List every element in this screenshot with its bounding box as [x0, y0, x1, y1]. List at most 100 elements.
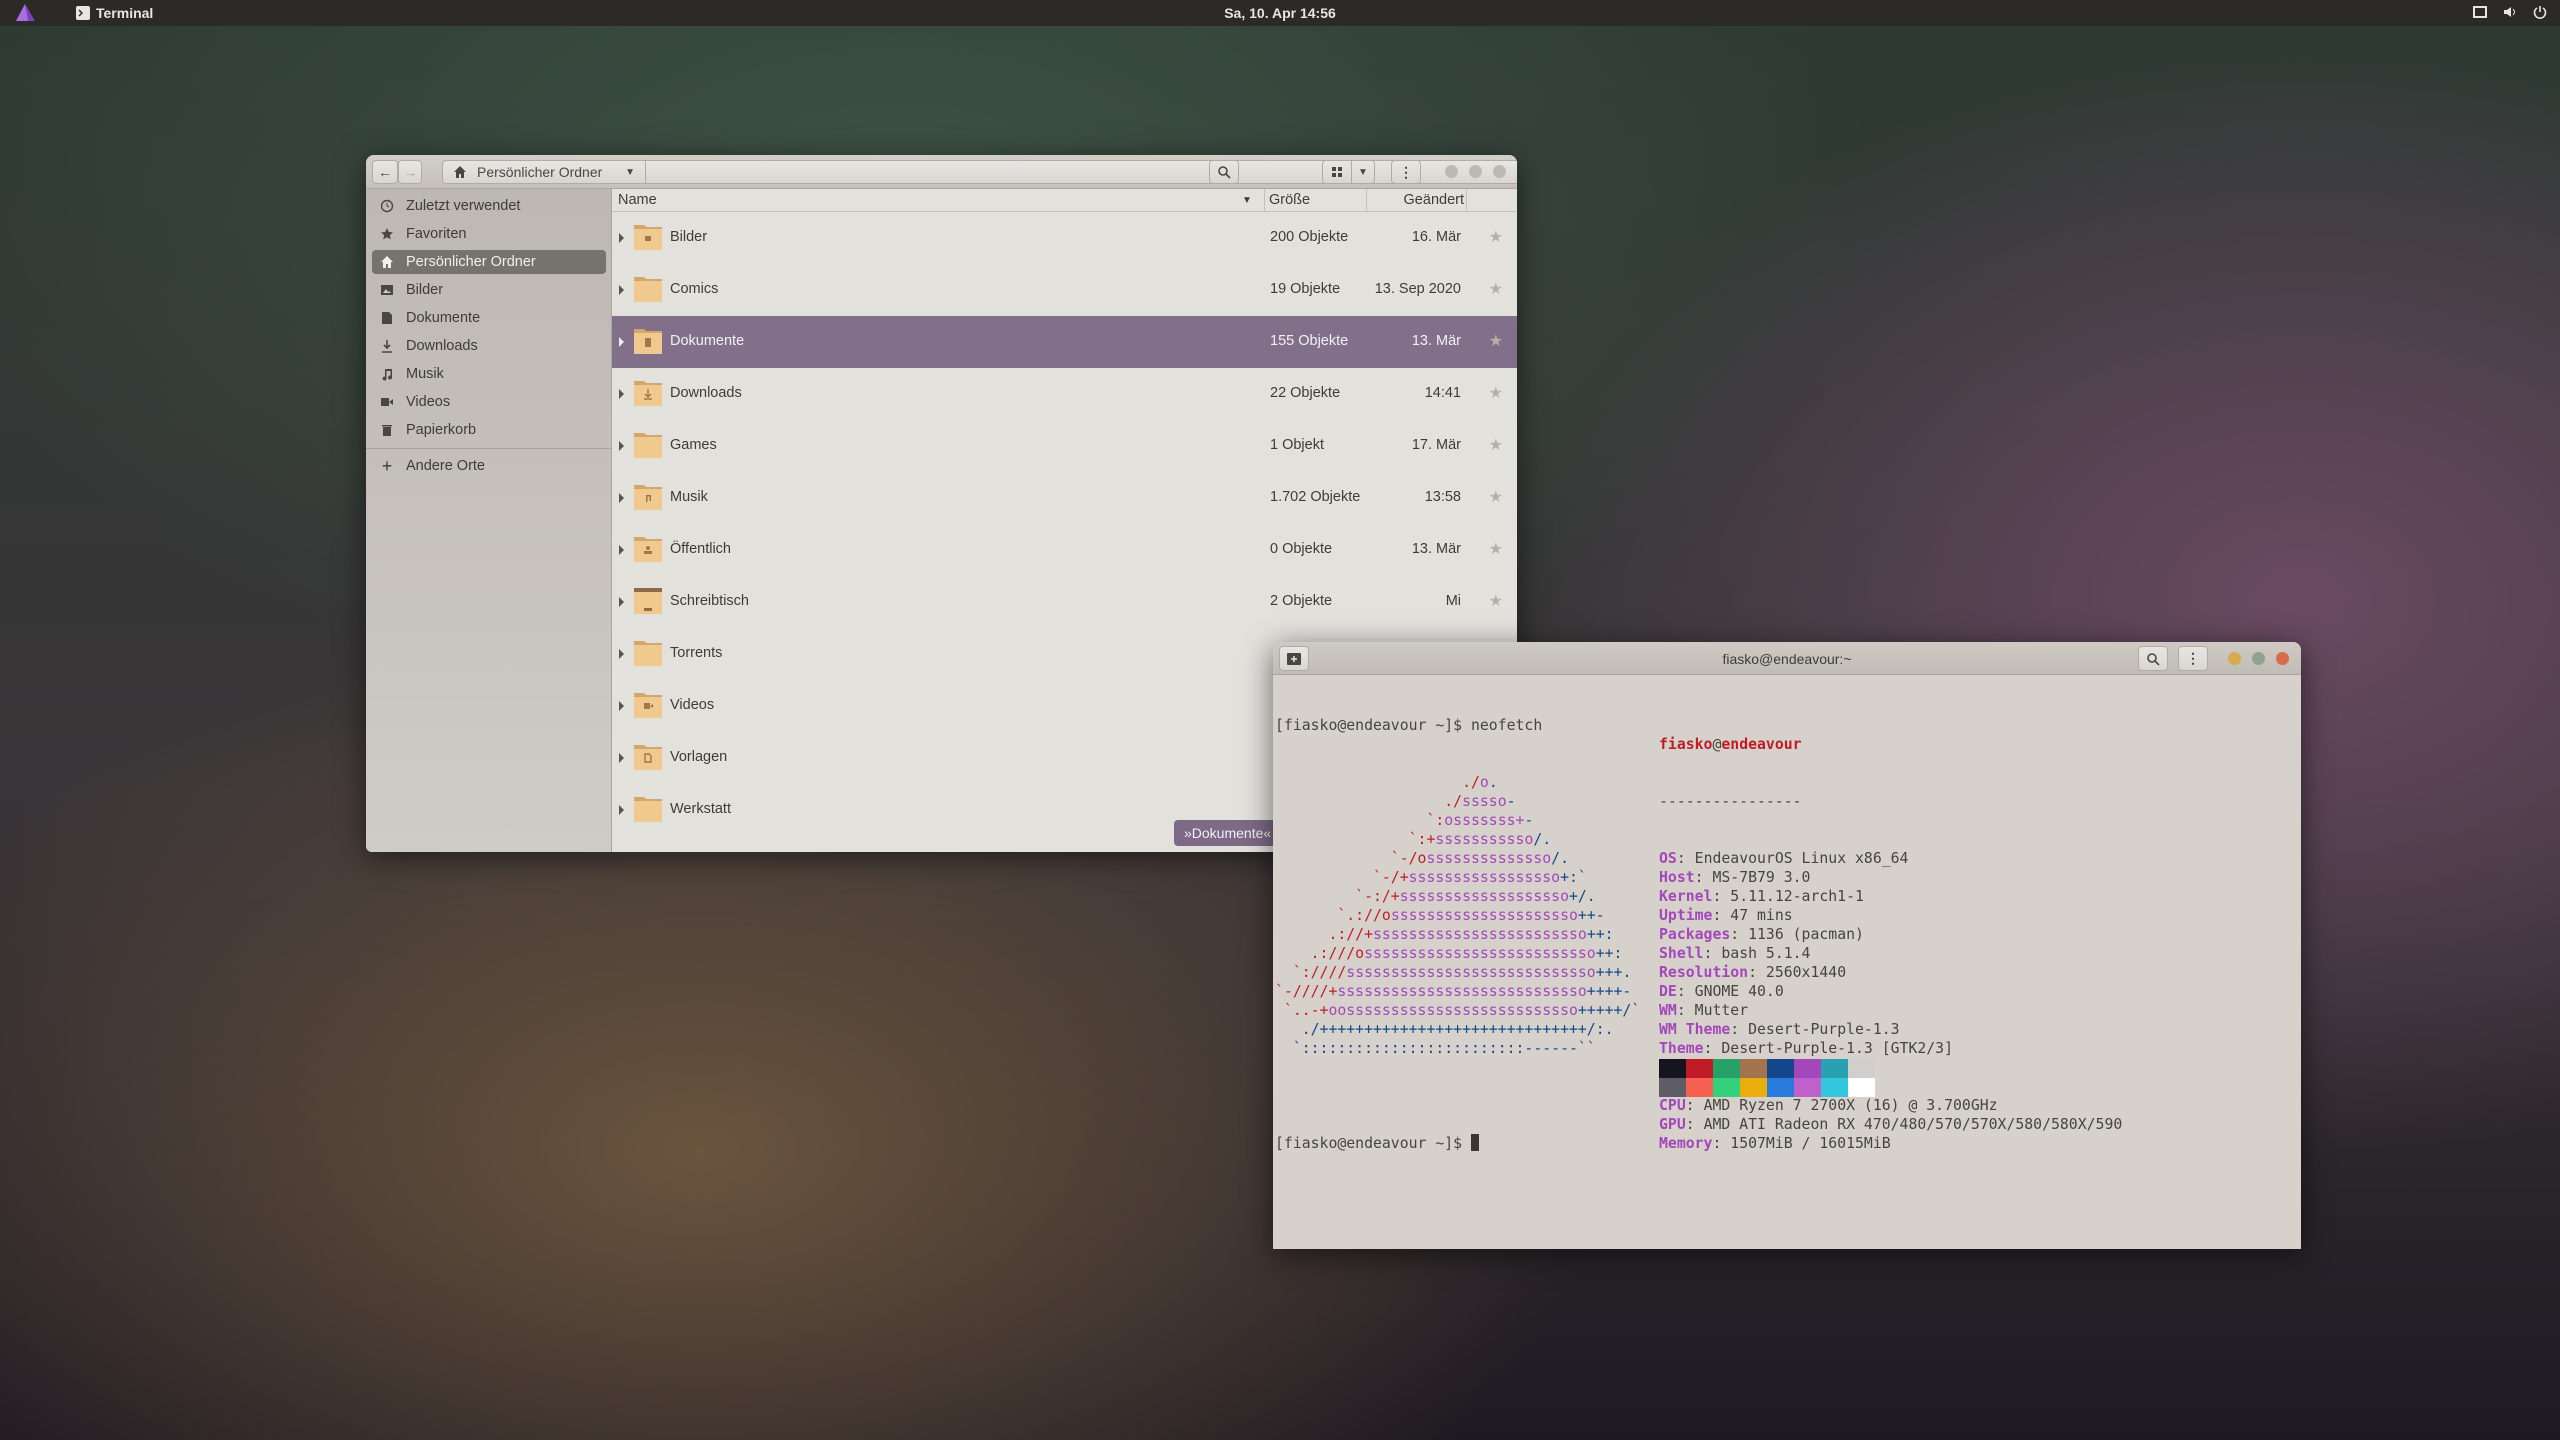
- folder-icon: [634, 745, 662, 770]
- file-name: Games: [670, 437, 717, 453]
- expand-arrow-icon[interactable]: [619, 493, 624, 503]
- file-row[interactable]: Games 1 Objekt 17. Mär ★: [612, 420, 1517, 472]
- file-row[interactable]: Musik 1.702 Objekte 13:58 ★: [612, 472, 1517, 524]
- sidebar-item-videos[interactable]: Videos: [372, 390, 606, 414]
- star-icon[interactable]: ★: [1489, 227, 1503, 247]
- system-tray[interactable]: [2472, 4, 2548, 20]
- sidebar-item-downloads[interactable]: Downloads: [372, 334, 606, 358]
- menu-button[interactable]: ⋮: [1391, 160, 1421, 184]
- file-row[interactable]: Schreibtisch 2 Objekte Mi ★: [612, 576, 1517, 628]
- logo-segment: +:`: [1560, 869, 1587, 886]
- folder-icon: [634, 588, 662, 614]
- info-key: Kernel: [1659, 888, 1713, 905]
- expand-arrow-icon[interactable]: [619, 805, 624, 815]
- star-icon[interactable]: ★: [1489, 539, 1503, 559]
- sidebar-item-label: Favoriten: [406, 226, 467, 242]
- logo-segment: o: [1479, 774, 1489, 791]
- expand-arrow-icon[interactable]: [619, 285, 624, 295]
- sidebar-item-label: Persönlicher Ordner: [406, 254, 536, 270]
- separator: ----------------: [1659, 793, 1802, 810]
- search-button[interactable]: [1209, 160, 1239, 184]
- info-line: OS: EndeavourOS Linux x86_64: [1659, 850, 1909, 867]
- logo-segment: /.: [1533, 831, 1552, 848]
- info-line: Memory: 1507MiB / 16015MiB: [1659, 1135, 1891, 1152]
- maximize-button[interactable]: [2252, 652, 2265, 665]
- info-line: Shell: bash 5.1.4: [1659, 945, 1811, 962]
- expand-arrow-icon[interactable]: [619, 597, 624, 607]
- minimize-button[interactable]: [1445, 165, 1458, 178]
- expand-arrow-icon[interactable]: [619, 753, 624, 763]
- file-row[interactable]: Dokumente 155 Objekte 13. Mär ★: [612, 316, 1517, 368]
- logo-segment: `:: [1275, 812, 1445, 829]
- close-button[interactable]: [1493, 165, 1506, 178]
- logo-segment: `:::::::::::::::::::::::::------``: [1275, 1040, 1596, 1057]
- maximize-button[interactable]: [1469, 165, 1482, 178]
- sidebar-item-dokumente[interactable]: Dokumente: [372, 306, 606, 330]
- color-swatch: [1686, 1059, 1713, 1078]
- path-button-home[interactable]: Persönlicher Ordner ▼: [443, 161, 646, 183]
- expand-arrow-icon[interactable]: [619, 233, 624, 243]
- file-size: 22 Objekte: [1270, 385, 1341, 401]
- info-key: Shell: [1659, 945, 1704, 962]
- expand-arrow-icon[interactable]: [619, 545, 624, 555]
- star-icon[interactable]: ★: [1489, 591, 1503, 611]
- logo-segment: ./: [1275, 774, 1480, 791]
- close-button[interactable]: [2276, 652, 2289, 665]
- tooltip: »Dokumente«: [1174, 820, 1282, 846]
- path-label: Persönlicher Ordner: [477, 164, 603, 180]
- download-icon: [382, 340, 392, 353]
- sidebar-item-other-places[interactable]: + Andere Orte: [372, 454, 606, 478]
- forward-button[interactable]: →: [398, 160, 422, 184]
- folder-icon: [634, 537, 662, 562]
- info-value: 47 mins: [1730, 907, 1793, 924]
- sidebar-item-persönlicher-ordner[interactable]: Persönlicher Ordner: [372, 250, 606, 274]
- info-value: AMD ATI Radeon RX 470/480/570/570X/580/5…: [1703, 1116, 2123, 1133]
- info-value: EndeavourOS Linux x86_64: [1694, 850, 1909, 867]
- view-options-button[interactable]: ▼: [1351, 160, 1375, 184]
- prompt-line[interactable]: [fiasko@endeavour ~]$: [1275, 1134, 1479, 1153]
- clock[interactable]: Sa, 10. Apr 14:56: [0, 5, 2560, 21]
- file-row[interactable]: Downloads 22 Objekte 14:41 ★: [612, 368, 1517, 420]
- sidebar-item-bilder[interactable]: Bilder: [372, 278, 606, 302]
- file-row[interactable]: Comics 19 Objekte 13. Sep 2020 ★: [612, 264, 1517, 316]
- info-line: Host: MS-7B79 3.0: [1659, 869, 1811, 886]
- expand-arrow-icon[interactable]: [619, 337, 624, 347]
- file-modified: Mi: [1445, 593, 1461, 609]
- terminal-output[interactable]: [fiasko@endeavour ~]$ neofetch ./o. ./ss…: [1275, 678, 1640, 1096]
- terminal-menu-button[interactable]: ⋮: [2178, 646, 2208, 671]
- star-icon[interactable]: ★: [1489, 435, 1503, 455]
- expand-arrow-icon[interactable]: [619, 441, 624, 451]
- back-button[interactable]: ←: [372, 160, 398, 184]
- file-row[interactable]: Öffentlich 0 Objekte 13. Mär ★: [612, 524, 1517, 576]
- view-grid-button[interactable]: [1322, 160, 1352, 184]
- logo-line: `-/+sssssssssssssssso+:`: [1275, 868, 1640, 887]
- logo-line: .://+ssssssssssssssssssssssso++:: [1275, 925, 1640, 944]
- expand-arrow-icon[interactable]: [619, 649, 624, 659]
- info-value: Mutter: [1694, 1002, 1749, 1019]
- column-size[interactable]: Größe: [1264, 189, 1310, 212]
- file-size: 200 Objekte: [1270, 229, 1349, 245]
- minimize-button[interactable]: [2228, 652, 2241, 665]
- logo-segment: `.://o: [1275, 907, 1391, 924]
- sidebar-item-favoriten[interactable]: Favoriten: [372, 222, 606, 246]
- terminal-search-button[interactable]: [2138, 646, 2168, 671]
- star-icon[interactable]: ★: [1489, 279, 1503, 299]
- info-key: Memory: [1659, 1135, 1713, 1152]
- star-icon[interactable]: ★: [1489, 383, 1503, 403]
- file-name: Dokumente: [670, 333, 745, 349]
- column-name[interactable]: Name: [618, 192, 657, 208]
- sidebar-item-papierkorb[interactable]: Papierkorb: [372, 418, 606, 442]
- sidebar-item-zuletzt-verwendet[interactable]: Zuletzt verwendet: [372, 194, 606, 218]
- star-icon[interactable]: ★: [1489, 331, 1503, 351]
- image-icon: [381, 285, 393, 295]
- logo-line: ./++++++++++++++++++++++++++++++/:.: [1275, 1020, 1640, 1039]
- expand-arrow-icon[interactable]: [619, 389, 624, 399]
- system-info: fiasko@endeavour ---------------- OS: En…: [1659, 697, 2122, 1191]
- file-modified: 13. Sep 2020: [1374, 281, 1461, 297]
- sidebar-item-musik[interactable]: Musik: [372, 362, 606, 386]
- star-icon[interactable]: ★: [1489, 487, 1503, 507]
- column-modified[interactable]: Geändert: [1366, 189, 1466, 212]
- expand-arrow-icon[interactable]: [619, 701, 624, 711]
- file-row[interactable]: Bilder 200 Objekte 16. Mär ★: [612, 212, 1517, 264]
- info-value: AMD Ryzen 7 2700X (16) @ 3.700GHz: [1703, 1097, 1998, 1114]
